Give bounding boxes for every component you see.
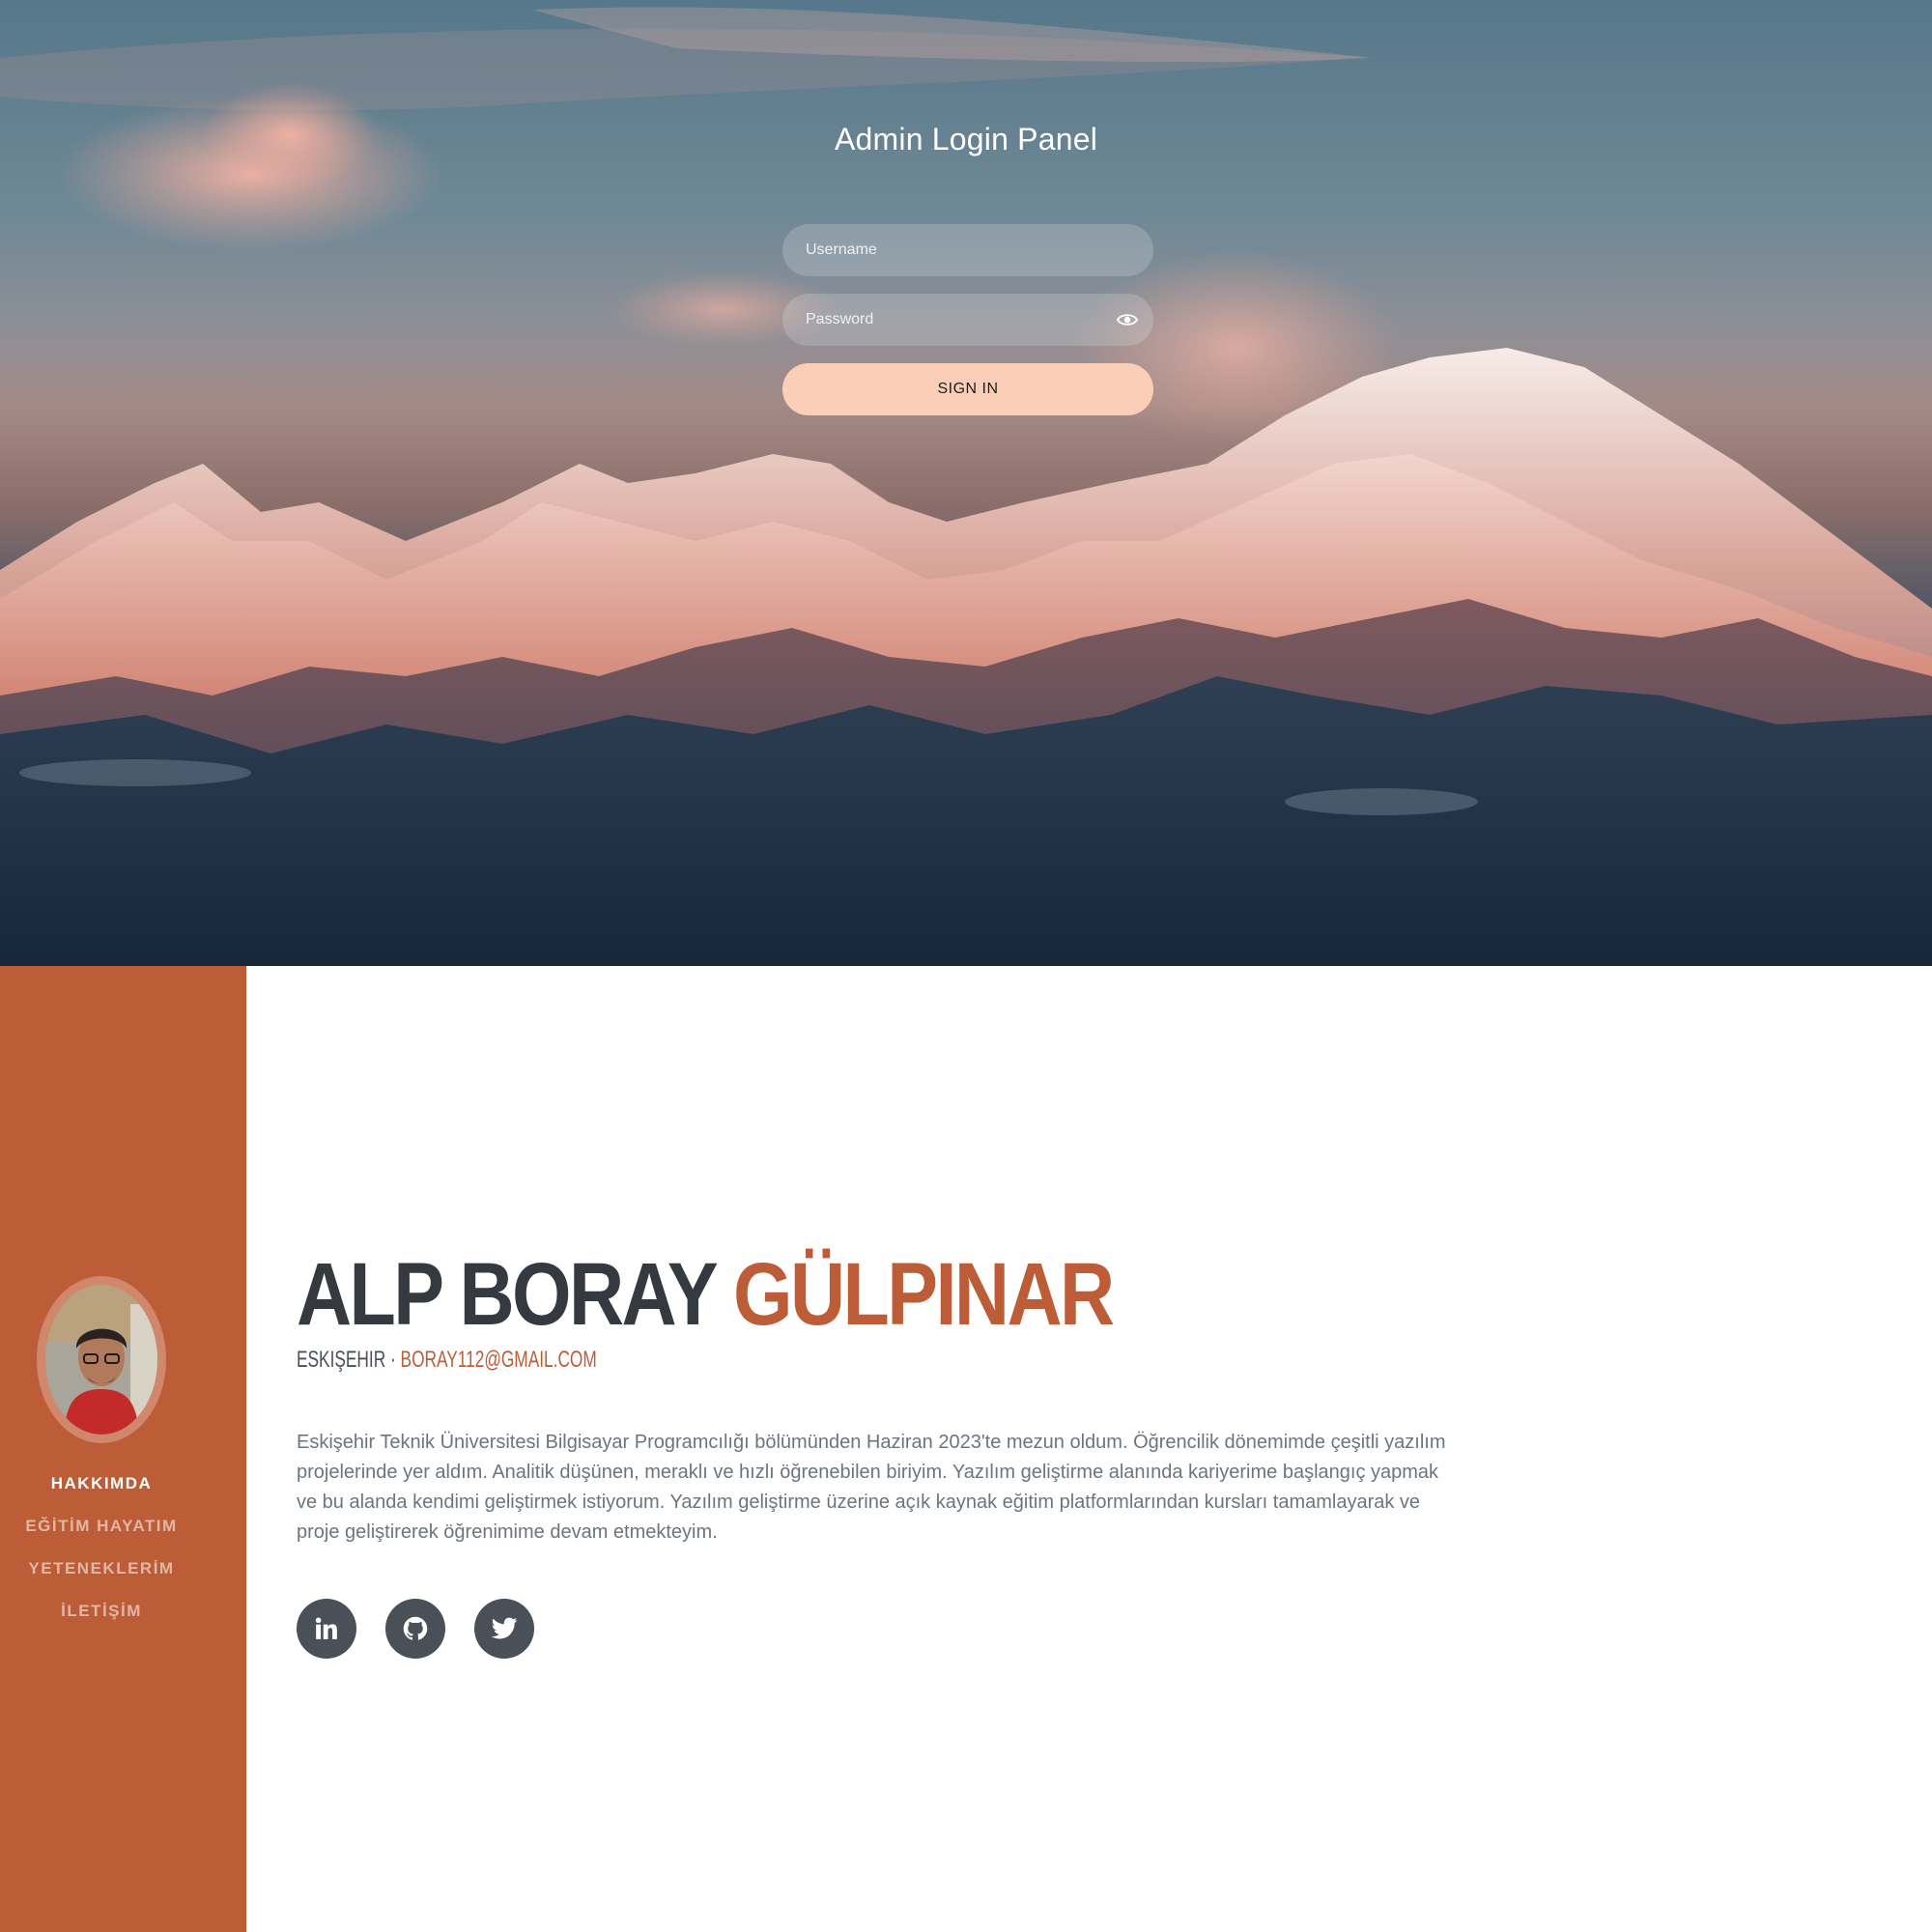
password-input[interactable]: [782, 294, 1153, 346]
sidebar: HAKKIMDA EĞİTİM HAYATIM YETENEKLERİM İLE…: [0, 966, 246, 1932]
location: ESKIŞEHIR: [297, 1347, 386, 1373]
first-name: ALP BORAY: [297, 1245, 717, 1344]
signin-button[interactable]: SIGN IN: [782, 363, 1153, 415]
social-icons: [297, 1599, 534, 1659]
about-section: ALP BORAY GÜLPINAR ESKIŞEHIR · BORAY112@…: [246, 966, 1932, 1932]
sidebar-item-hakkimda[interactable]: HAKKIMDA: [0, 1463, 203, 1505]
github-button[interactable]: [385, 1599, 445, 1659]
email-link[interactable]: BORAY112@GMAIL.COM: [401, 1347, 597, 1373]
username-input[interactable]: [782, 224, 1153, 276]
eye-icon[interactable]: [1117, 310, 1138, 329]
last-name: GÜLPINAR: [733, 1245, 1115, 1344]
sidebar-nav: HAKKIMDA EĞİTİM HAYATIM YETENEKLERİM İLE…: [0, 1463, 203, 1633]
sidebar-item-egitim-hayatim[interactable]: EĞİTİM HAYATIM: [0, 1505, 203, 1548]
login-title: Admin Login Panel: [834, 122, 1098, 156]
linkedin-button[interactable]: [297, 1599, 356, 1659]
github-icon: [403, 1616, 428, 1640]
sidebar-item-yeteneklerim[interactable]: YETENEKLERİM: [0, 1548, 203, 1590]
profile-photo: [45, 1285, 157, 1435]
login-hero: Admin Login Panel SIGN IN: [0, 0, 1932, 966]
twitter-icon: [491, 1617, 518, 1639]
twitter-button[interactable]: [474, 1599, 534, 1659]
profile-name: ALP BORAY GÜLPINAR: [297, 1244, 1115, 1346]
profile-subheading: ESKIŞEHIR · BORAY112@GMAIL.COM: [297, 1347, 597, 1374]
bio-paragraph: Eskişehir Teknik Üniversitesi Bilgisayar…: [297, 1432, 1446, 1543]
sidebar-item-iletisim[interactable]: İLETİŞİM: [0, 1590, 203, 1633]
avatar: [37, 1276, 166, 1443]
linkedin-icon: [315, 1617, 337, 1639]
separator: ·: [389, 1347, 396, 1373]
